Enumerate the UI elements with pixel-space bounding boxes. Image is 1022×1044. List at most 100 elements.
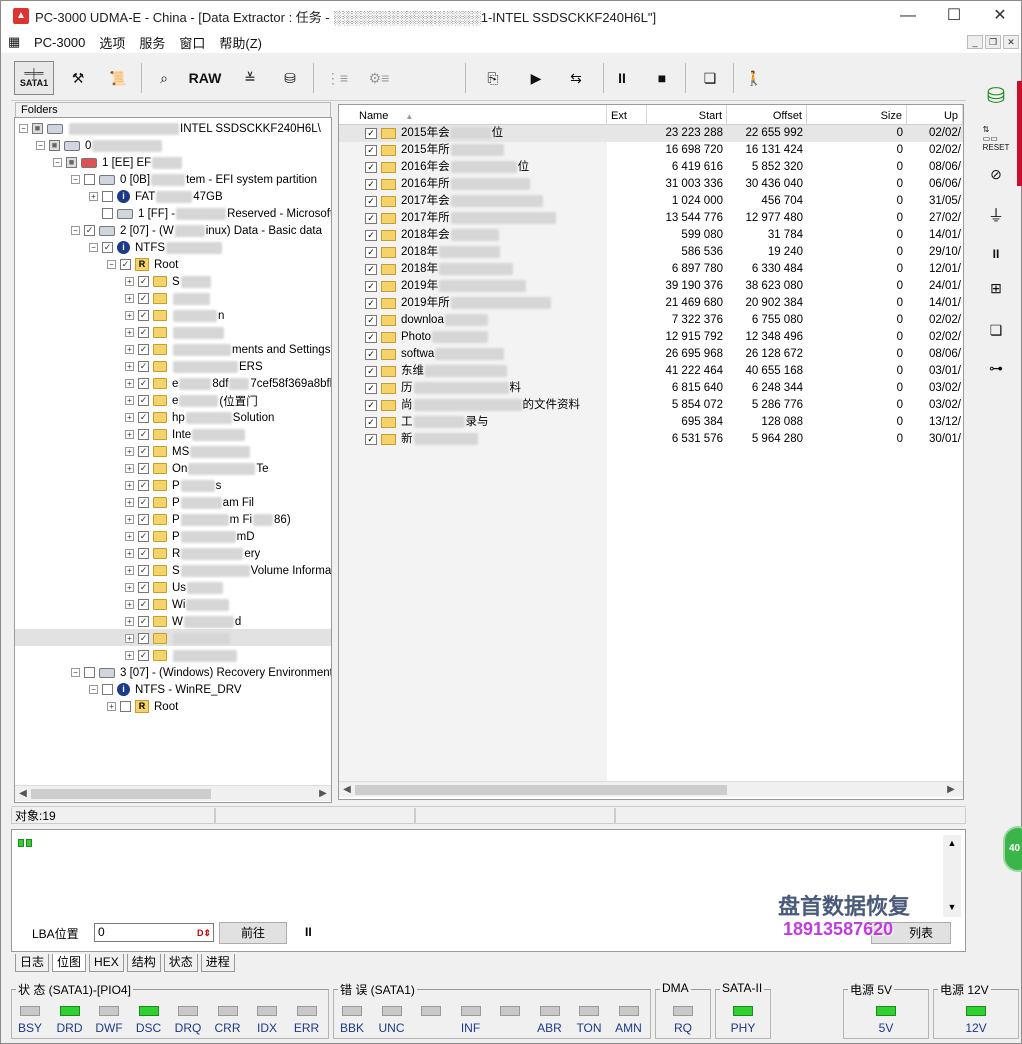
checkbox[interactable]: ✓: [138, 633, 149, 644]
list-row[interactable]: ✓ 历料 6 815 640 6 248 344 0 03/02/: [339, 380, 963, 397]
row-checkbox[interactable]: ✓: [365, 281, 377, 292]
checkbox[interactable]: ✓: [120, 259, 131, 270]
side-pause-icon[interactable]: II: [979, 239, 1013, 269]
tab-structure[interactable]: 结构: [126, 954, 161, 972]
connector-icon[interactable]: ⏚: [979, 199, 1013, 229]
row-checkbox[interactable]: ✓: [365, 366, 377, 377]
checkbox[interactable]: ■: [32, 123, 43, 134]
tree-folder-item[interactable]: + ✓ MS: [125, 443, 251, 460]
list-row[interactable]: ✓ 2016年会 位 6 419 616 5 852 320 0 08/06/: [339, 159, 963, 176]
expand-icon[interactable]: +: [125, 532, 134, 541]
menu-item-options[interactable]: 选项: [92, 33, 132, 52]
tree-node-recovery[interactable]: − 3 [07] - (Windows) Recovery Environmen…: [71, 664, 331, 681]
row-checkbox[interactable]: ✓: [365, 213, 377, 224]
row-checkbox[interactable]: ✓: [365, 196, 377, 207]
circuit-icon[interactable]: ⊞: [979, 273, 1013, 303]
tab-bitmap[interactable]: 位图: [52, 954, 87, 972]
checkbox[interactable]: ✓: [138, 548, 149, 559]
checkbox[interactable]: ✓: [138, 293, 149, 304]
tab-log[interactable]: 日志: [15, 954, 50, 972]
tree-folder-item[interactable]: + ✓ Pam Fil: [125, 494, 254, 511]
checkbox[interactable]: ✓: [138, 310, 149, 321]
tree-node-winre[interactable]: − i NTFS - WinRE_DRV: [89, 681, 242, 698]
list-row[interactable]: ✓ 东维 41 222 464 40 655 168 0 03/01/: [339, 363, 963, 380]
row-checkbox[interactable]: ✓: [365, 315, 377, 326]
tree-structure-icon[interactable]: ⋮≡: [319, 61, 355, 95]
mdi-minimize-button[interactable]: _: [967, 35, 983, 49]
tree-folder-item[interactable]: + ✓ S: [125, 273, 212, 290]
expand-icon[interactable]: +: [125, 311, 134, 320]
bitmap-pause-button[interactable]: II: [305, 925, 312, 939]
binoculars-icon[interactable]: ⌕: [149, 61, 179, 95]
expand-icon[interactable]: +: [125, 617, 134, 626]
expand-icon[interactable]: +: [125, 277, 134, 286]
list-row[interactable]: ✓ 新 6 531 576 5 964 280 0 30/01/: [339, 431, 963, 448]
tree-folder-item[interactable]: + ✓ PmD: [125, 528, 255, 545]
col-ext[interactable]: Ext: [607, 105, 647, 125]
list-row[interactable]: ✓ 2016年所 31 003 336 30 436 040 0 06/06/: [339, 176, 963, 193]
checkbox[interactable]: ✓: [84, 225, 95, 236]
tree-folder-item[interactable]: + ✓ S Volume Information: [125, 562, 331, 579]
scroll-left-icon[interactable]: ◀: [339, 782, 355, 798]
checkbox[interactable]: ✓: [138, 514, 149, 525]
mdi-restore-button[interactable]: ❐: [985, 35, 1001, 49]
expand-icon[interactable]: +: [125, 447, 134, 456]
expand-icon[interactable]: +: [125, 634, 134, 643]
collapse-icon[interactable]: −: [53, 158, 62, 167]
collapse-icon[interactable]: −: [19, 124, 28, 133]
tree-folder-item[interactable]: + ✓: [125, 630, 231, 647]
collapse-icon[interactable]: −: [107, 260, 116, 269]
mdi-icon[interactable]: ▦: [1, 34, 27, 50]
col-size[interactable]: Size: [807, 105, 907, 125]
tree-folder-item[interactable]: + ✓: [125, 290, 211, 307]
row-checkbox[interactable]: ✓: [365, 264, 377, 275]
checkbox[interactable]: [102, 684, 113, 695]
expand-icon[interactable]: +: [89, 192, 98, 201]
col-name[interactable]: Name ▲: [355, 105, 607, 125]
row-checkbox[interactable]: ✓: [365, 417, 377, 428]
row-checkbox[interactable]: ✓: [365, 332, 377, 343]
row-checkbox[interactable]: ✓: [365, 383, 377, 394]
tree-node-ntfs[interactable]: − ✓ i NTFS: [89, 239, 223, 256]
scroll-thumb[interactable]: [355, 785, 727, 795]
expand-icon[interactable]: +: [125, 294, 134, 303]
collapse-icon[interactable]: −: [89, 243, 98, 252]
tree-node-data[interactable]: − ✓ 2 [07] - (W inux) Data - Basic data: [71, 222, 322, 239]
row-checkbox[interactable]: ✓: [365, 162, 377, 173]
scroll-up-icon[interactable]: ▲: [943, 835, 961, 851]
expand-icon[interactable]: +: [125, 498, 134, 507]
expand-icon[interactable]: +: [125, 464, 134, 473]
tree-folder-item[interactable]: + ✓ Pm Fi 86): [125, 511, 291, 528]
checkbox[interactable]: ✓: [138, 616, 149, 627]
col-start[interactable]: Start: [647, 105, 727, 125]
tree-folder-item[interactable]: + ✓ Us: [125, 579, 224, 596]
list-row[interactable]: ✓ 2019年所 21 469 680 20 902 384 0 14/01/: [339, 295, 963, 312]
windows-icon[interactable]: ❏: [693, 61, 727, 95]
list-row[interactable]: ✓ 尚 的文件资料 5 854 072 5 286 776 0 03/02/: [339, 397, 963, 414]
checkbox[interactable]: ✓: [138, 327, 149, 338]
tree-folder-item[interactable]: + ✓: [125, 324, 225, 341]
checkbox[interactable]: ✓: [138, 412, 149, 423]
disk-stack-icon[interactable]: ≚: [233, 61, 267, 95]
folder-tree[interactable]: − ■ INTEL SSDSCKKF240H6L\ − ■ 0 − ■ 1 [E…: [15, 118, 331, 785]
maximize-button[interactable]: ☐: [931, 1, 977, 31]
checkbox[interactable]: ✓: [138, 650, 149, 661]
tree-node-root[interactable]: − ✓ R Root: [107, 256, 178, 273]
tree-folder-item[interactable]: + ✓ Wd: [125, 613, 241, 630]
database-icon[interactable]: ⛁: [979, 81, 1013, 111]
tree-folder-item[interactable]: + ✓ n: [125, 307, 224, 324]
checkbox[interactable]: ✓: [138, 395, 149, 406]
windows-close-icon[interactable]: ❏: [979, 315, 1013, 345]
tree-folder-item[interactable]: + ✓ Rery: [125, 545, 260, 562]
col-offset[interactable]: Offset: [727, 105, 807, 125]
checkbox[interactable]: ✓: [138, 361, 149, 372]
collapse-icon[interactable]: −: [71, 668, 80, 677]
row-checkbox[interactable]: ✓: [365, 145, 377, 156]
tree-node-disk0[interactable]: − ■ 0: [36, 137, 163, 154]
menu-item-help[interactable]: 帮助(Z): [212, 33, 269, 52]
tree-folder-item[interactable]: + ✓ Inte: [125, 426, 246, 443]
tree-node-msr[interactable]: 1 [FF] - Reserved - Microsoft re: [89, 205, 331, 222]
tree-folder-item[interactable]: + ✓ On Te: [125, 460, 269, 477]
checkbox[interactable]: ✓: [138, 429, 149, 440]
checkbox[interactable]: [84, 667, 95, 678]
